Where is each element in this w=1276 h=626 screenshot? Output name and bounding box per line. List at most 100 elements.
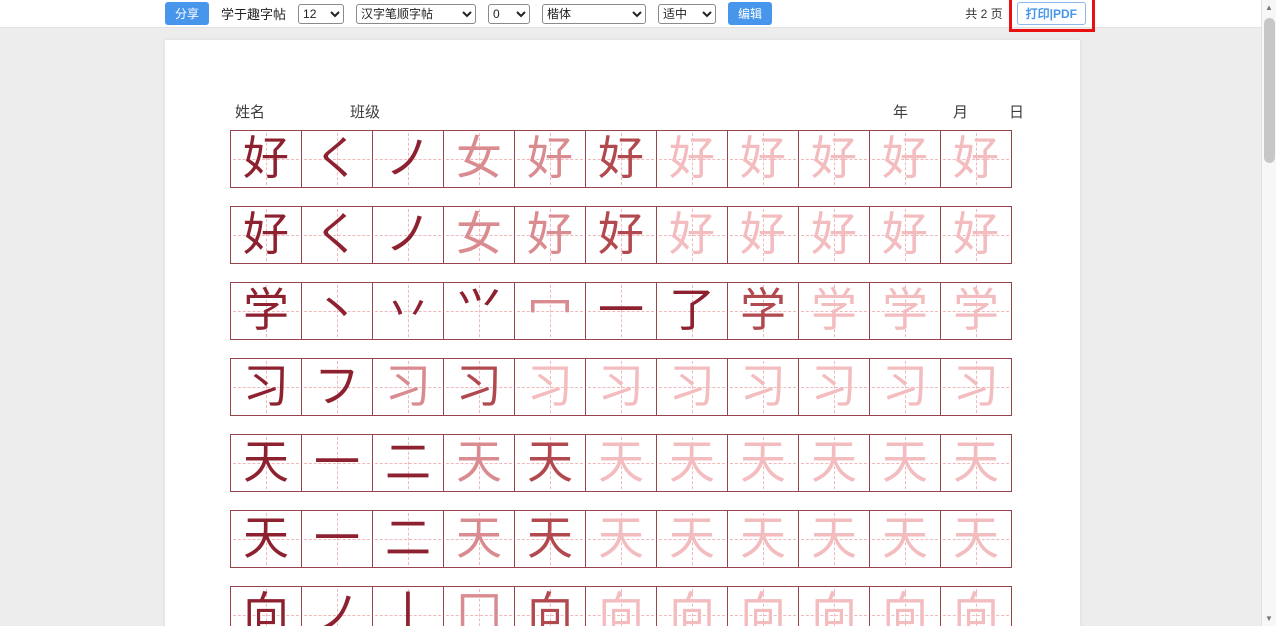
practice-cell: フ xyxy=(301,358,373,416)
practice-cell: 天 xyxy=(585,510,657,568)
font-style-select[interactable]: 楷体 xyxy=(542,4,646,24)
character-glyph: 习 xyxy=(385,364,431,410)
character-glyph: 天 xyxy=(527,440,573,486)
practice-cell: 学 xyxy=(798,282,870,340)
practice-cell: 天 xyxy=(230,510,302,568)
practice-cell: 好 xyxy=(798,206,870,264)
character-glyph: 向 xyxy=(243,592,289,626)
practice-cell: 好 xyxy=(585,206,657,264)
practice-cell: 好 xyxy=(869,206,941,264)
character-glyph: く xyxy=(314,212,360,258)
practice-cell: 冂 xyxy=(443,586,515,626)
character-glyph: フ xyxy=(314,364,360,410)
scroll-up-icon[interactable]: ▲ xyxy=(1262,0,1276,15)
practice-cell: ノ xyxy=(372,130,444,188)
character-glyph: 天 xyxy=(243,440,289,486)
character-glyph: 习 xyxy=(953,364,999,410)
character-glyph: 好 xyxy=(882,212,928,258)
content-area: 姓名 班级 年 月 日 好くノ女好好好好好好好好くノ女好好好好好好好学丶丷⺍冖一… xyxy=(0,28,1276,626)
practice-cell: 习 xyxy=(798,358,870,416)
character-glyph: 好 xyxy=(243,212,289,258)
practice-cell: 好 xyxy=(798,130,870,188)
character-glyph: 天 xyxy=(882,440,928,486)
character-glyph: 二 xyxy=(385,440,431,486)
character-row: 习フ习习习习习习习习习 xyxy=(230,358,1080,416)
month-label: 月 xyxy=(953,101,968,122)
practice-cell: ノ xyxy=(301,586,373,626)
character-glyph: 好 xyxy=(882,136,928,182)
practice-cell: 一 xyxy=(301,510,373,568)
character-row: 天一二天天天天天天天天 xyxy=(230,434,1080,492)
character-glyph: 习 xyxy=(598,364,644,410)
practice-cell: 习 xyxy=(372,358,444,416)
practice-cell: 天 xyxy=(656,510,728,568)
character-glyph: ノ xyxy=(385,212,431,258)
scrollbar-thumb[interactable] xyxy=(1264,18,1275,163)
practice-cell: 二 xyxy=(372,434,444,492)
character-glyph: 天 xyxy=(456,440,502,486)
character-glyph: 好 xyxy=(243,136,289,182)
practice-cell: 天 xyxy=(798,434,870,492)
font-size-select[interactable]: 12 xyxy=(298,4,344,24)
character-glyph: 习 xyxy=(882,364,928,410)
practice-cell: 丨 xyxy=(372,586,444,626)
practice-cell: 丷 xyxy=(372,282,444,340)
practice-grid: 好くノ女好好好好好好好好くノ女好好好好好好好学丶丷⺍冖一了学学学学习フ习习习习习… xyxy=(230,130,1080,626)
practice-cell: く xyxy=(301,130,373,188)
character-glyph: 天 xyxy=(811,516,857,562)
character-glyph: 习 xyxy=(243,364,289,410)
scroll-down-icon[interactable]: ▼ xyxy=(1262,611,1276,626)
edit-button[interactable]: 编辑 xyxy=(728,2,772,25)
practice-cell: 女 xyxy=(443,206,515,264)
practice-cell: 向 xyxy=(514,586,586,626)
character-glyph: 一 xyxy=(314,516,360,562)
practice-cell: 习 xyxy=(230,358,302,416)
practice-cell: 学 xyxy=(230,282,302,340)
practice-cell: 习 xyxy=(656,358,728,416)
character-glyph: 天 xyxy=(527,516,573,562)
practice-cell: 好 xyxy=(514,130,586,188)
character-glyph: 习 xyxy=(527,364,573,410)
practice-cell: 向 xyxy=(798,586,870,626)
print-pdf-button[interactable]: 打印|PDF xyxy=(1017,2,1086,25)
character-glyph: 好 xyxy=(953,212,999,258)
character-glyph: 天 xyxy=(811,440,857,486)
day-label: 日 xyxy=(1009,101,1024,122)
practice-cell: 习 xyxy=(514,358,586,416)
practice-cell: 天 xyxy=(940,510,1012,568)
practice-cell: 习 xyxy=(443,358,515,416)
practice-cell: 向 xyxy=(585,586,657,626)
character-glyph: 学 xyxy=(243,288,289,334)
sheet-type-select[interactable]: 汉字笔顺字帖 xyxy=(356,4,476,24)
character-glyph: 向 xyxy=(527,592,573,626)
practice-cell: ⺍ xyxy=(443,282,515,340)
character-glyph: 冂 xyxy=(456,592,502,626)
character-glyph: 女 xyxy=(456,136,502,182)
page-count: 共 2 页 xyxy=(965,5,1002,22)
practice-cell: 向 xyxy=(727,586,799,626)
character-glyph: 习 xyxy=(740,364,786,410)
practice-cell: 习 xyxy=(727,358,799,416)
character-row: 学丶丷⺍冖一了学学学学 xyxy=(230,282,1080,340)
character-glyph: 冖 xyxy=(527,288,573,334)
practice-cell: 向 xyxy=(869,586,941,626)
print-button-wrap: 打印|PDF xyxy=(1017,2,1086,25)
character-glyph: 向 xyxy=(811,592,857,626)
character-glyph: 好 xyxy=(669,212,715,258)
density-select[interactable]: 适中 xyxy=(658,4,716,24)
practice-cell: 天 xyxy=(727,434,799,492)
character-glyph: 好 xyxy=(598,212,644,258)
practice-cell: 好 xyxy=(230,206,302,264)
character-glyph: ⺍ xyxy=(456,288,502,334)
scrollbar[interactable]: ▲ ▼ xyxy=(1261,0,1276,626)
character-row: 好くノ女好好好好好好好 xyxy=(230,206,1080,264)
offset-select[interactable]: 0 xyxy=(488,4,530,24)
character-glyph: 天 xyxy=(953,440,999,486)
practice-cell: 向 xyxy=(656,586,728,626)
practice-cell: 天 xyxy=(940,434,1012,492)
character-row: 好くノ女好好好好好好好 xyxy=(230,130,1080,188)
share-button[interactable]: 分享 xyxy=(165,2,209,25)
character-glyph: 好 xyxy=(953,136,999,182)
practice-cell: 好 xyxy=(514,206,586,264)
practice-cell: ノ xyxy=(372,206,444,264)
